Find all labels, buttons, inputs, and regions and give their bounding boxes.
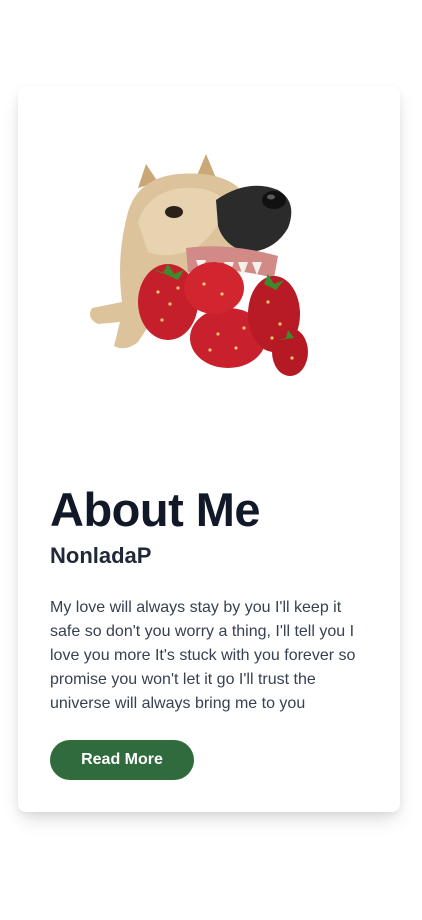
read-more-button[interactable]: Read More xyxy=(50,740,194,780)
about-card: About Me NonladaP My love will always st… xyxy=(18,86,400,812)
about-description: My love will always stay by you I'll kee… xyxy=(50,599,356,712)
author-name: NonladaP xyxy=(50,543,152,568)
page-title: About Me xyxy=(50,483,261,536)
dog-strawberry-image xyxy=(90,154,308,376)
